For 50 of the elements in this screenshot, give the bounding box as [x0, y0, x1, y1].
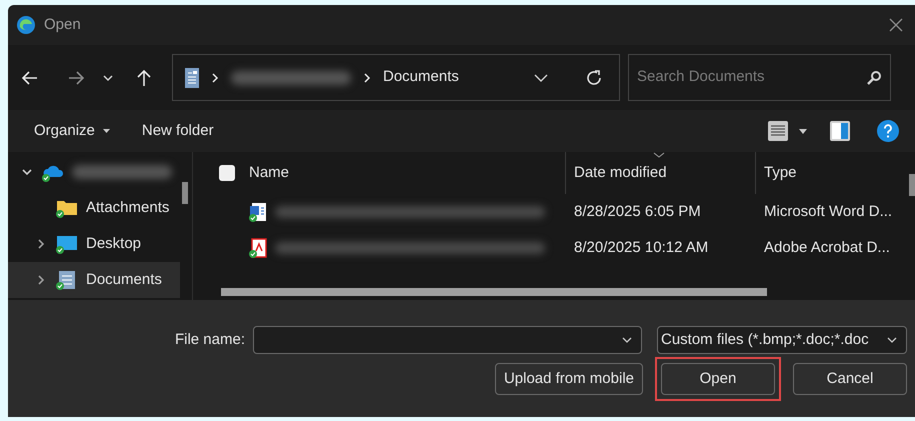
- caret-icon[interactable]: [799, 128, 807, 134]
- breadcrumb[interactable]: Documents: [383, 66, 459, 89]
- dialog-button[interactable]: Cancel: [793, 363, 907, 395]
- column-header[interactable]: Date modified: [574, 162, 667, 184]
- sidebar-label: Attachments: [86, 198, 170, 218]
- breadcrumb-chevron-icon: [211, 72, 219, 82]
- column-header[interactable]: Name: [249, 162, 290, 184]
- search-field[interactable]: Search Documents: [628, 54, 891, 101]
- address-bar[interactable]: Documents: [172, 54, 620, 101]
- file-name-field[interactable]: [253, 326, 642, 354]
- vertical-scrollbar[interactable]: [909, 174, 915, 196]
- documents-icon: [56, 270, 78, 290]
- window-title: Open: [44, 14, 81, 35]
- table-cell-text: 8/20/2025 10:12 AM: [573, 238, 710, 258]
- search-icon: [866, 70, 882, 86]
- scrollbar-thumb[interactable]: [182, 182, 188, 204]
- select-all-checkbox[interactable]: [219, 165, 235, 181]
- preview-pane-icon[interactable]: [829, 120, 851, 142]
- sidebar-label: Documents: [86, 270, 162, 290]
- folder-icon: [56, 198, 78, 218]
- sidebar-scrollbar[interactable]: [180, 152, 192, 300]
- table-cell-text: Adobe Acrobat D...: [763, 238, 891, 258]
- word-file-icon: [249, 202, 267, 222]
- sort-caret-icon: [653, 152, 665, 158]
- file-type-value: Custom files (*.bmp;*.doc;*.doc: [661, 330, 869, 350]
- dialog-button[interactable]: Open: [661, 363, 775, 395]
- table-cell-text: Microsoft Word D...: [763, 202, 894, 222]
- file-name-label: File name:: [174, 330, 245, 350]
- help-icon[interactable]: [877, 120, 899, 142]
- sidebar-label: Desktop: [86, 234, 142, 254]
- table-cell-text: 8/28/2025 6:05 PM: [573, 202, 702, 222]
- sidebar-item[interactable]: Desktop: [8, 226, 180, 262]
- column-header[interactable]: Type: [764, 162, 797, 184]
- refresh-icon[interactable]: [585, 68, 603, 86]
- toolbar-button[interactable]: New folder: [142, 120, 214, 142]
- document-icon: [185, 68, 199, 88]
- dialog-button[interactable]: Upload from mobile: [494, 363, 643, 395]
- file-type-dropdown[interactable]: Custom files (*.bmp;*.doc;*.doc: [657, 326, 907, 354]
- browser-logo-icon: [16, 15, 36, 35]
- close-icon[interactable]: [889, 18, 903, 32]
- toolbar-button[interactable]: Organize: [34, 120, 110, 142]
- desktop-icon: [56, 234, 78, 254]
- horizontal-scrollbar[interactable]: [221, 288, 767, 296]
- pdf-file-icon: [249, 238, 267, 258]
- search-placeholder: Search Documents: [637, 67, 765, 88]
- breadcrumb-chevron-icon: [363, 72, 371, 82]
- sidebar-item[interactable]: Documents: [8, 262, 180, 298]
- view-list-icon[interactable]: [767, 120, 789, 142]
- caret-icon: [102, 129, 110, 133]
- sidebar-item[interactable]: Attachments: [8, 190, 180, 226]
